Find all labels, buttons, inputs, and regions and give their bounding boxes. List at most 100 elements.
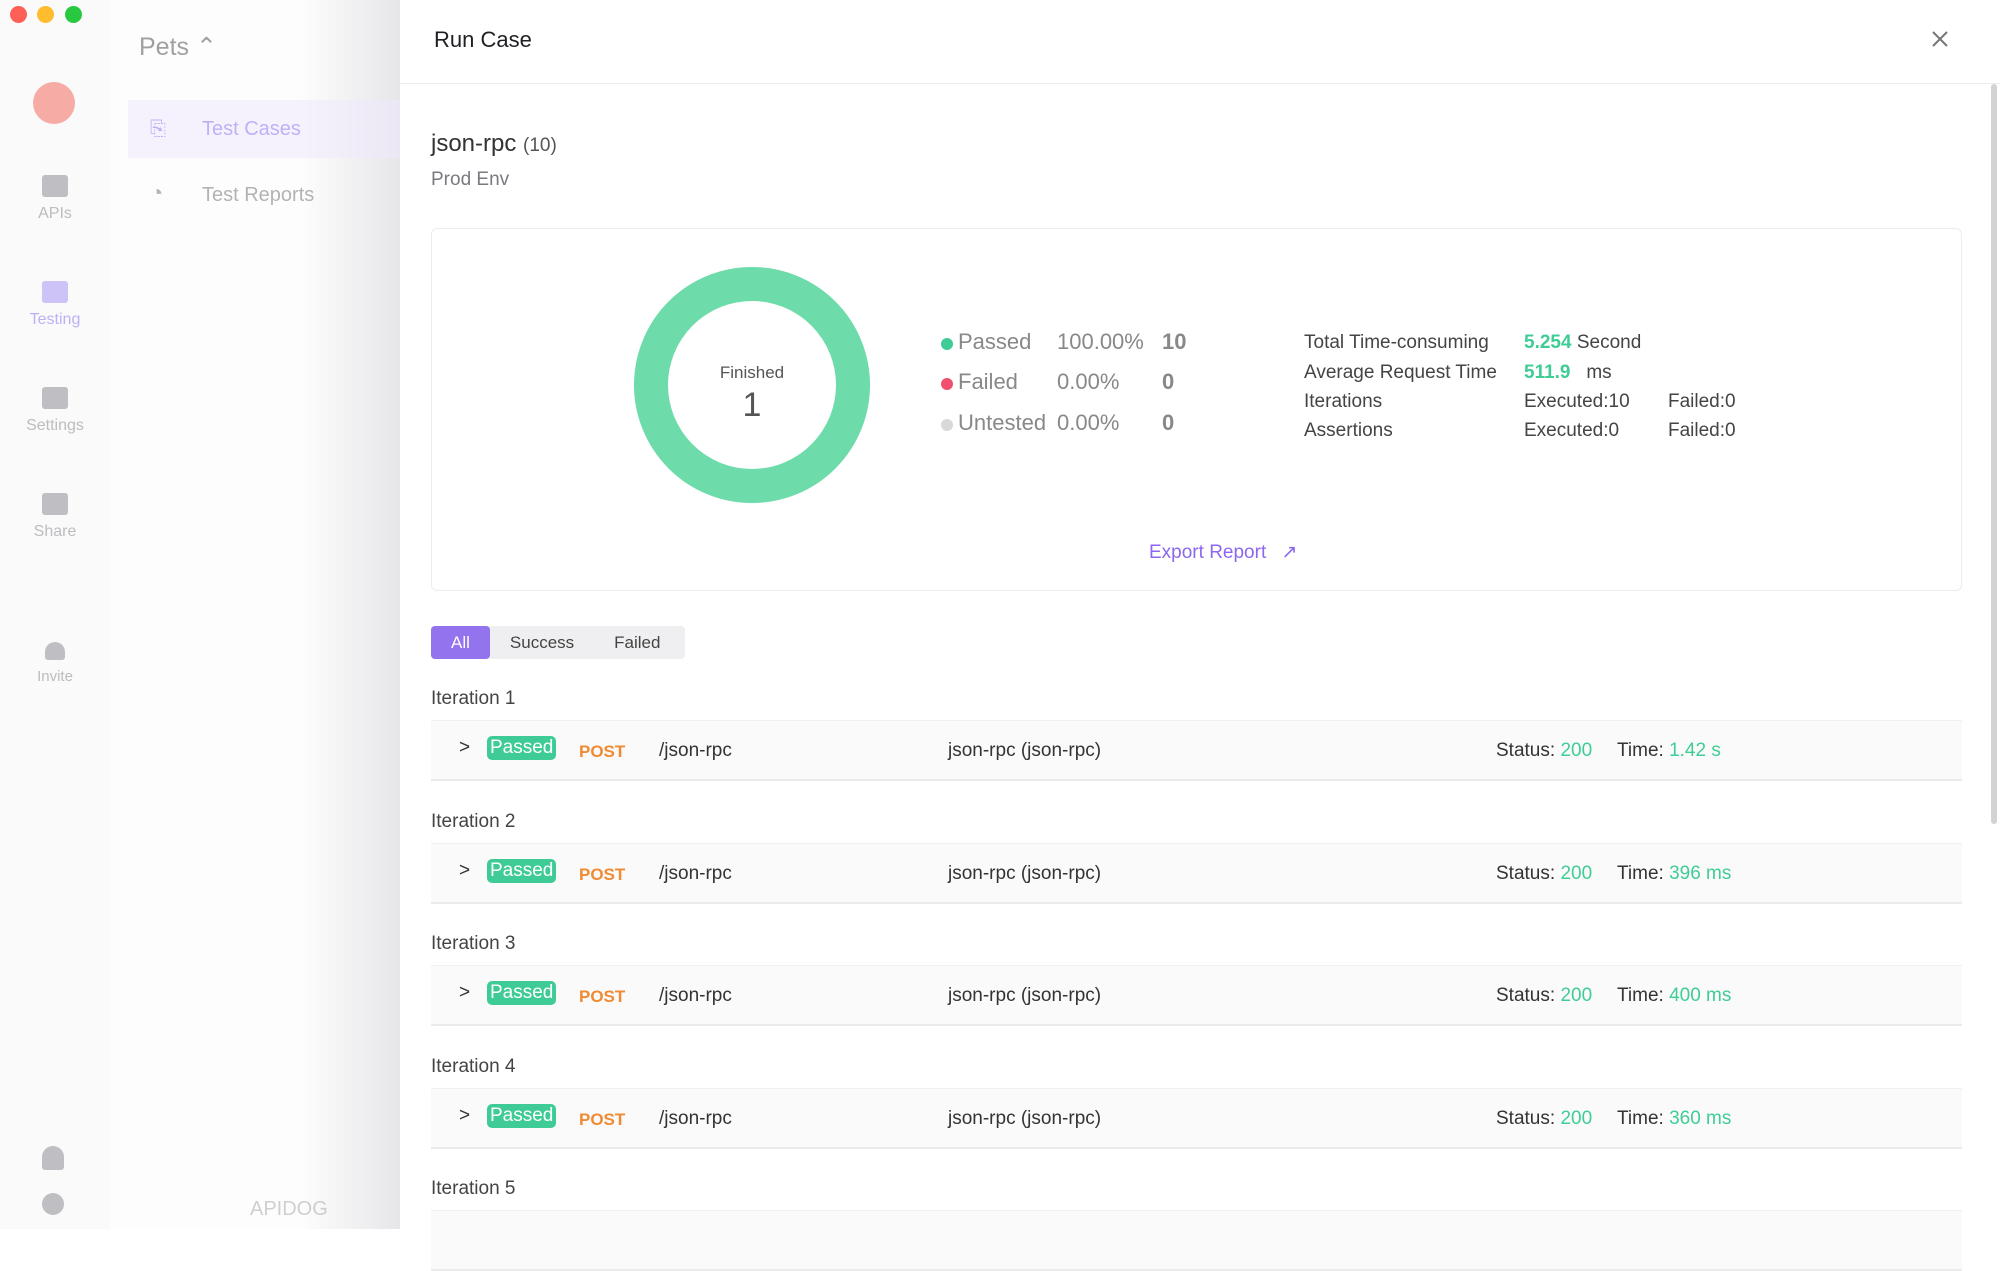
response-time: Time: 360 ms [1617, 1108, 1731, 1130]
request-name: json-rpc (json-rpc) [948, 985, 1102, 1006]
time-value: 396 ms [1669, 862, 1732, 884]
stat-label: Average Request Time [1304, 362, 1497, 383]
case-name: json-rpc [431, 130, 517, 157]
chevron-right-icon[interactable]: > [459, 860, 470, 882]
iteration-row[interactable] [431, 1210, 1962, 1271]
rail-item-share[interactable]: Share [0, 493, 110, 541]
legend-label: Failed [958, 369, 1018, 394]
time-label: Time: [1617, 985, 1664, 1006]
status-badge: Passed [487, 1103, 557, 1128]
stat-label: Assertions [1304, 420, 1393, 441]
donut-label: Finished [720, 363, 784, 382]
project-switcher[interactable]: Pets ⌃ [139, 32, 217, 62]
failed-dot-icon [941, 378, 953, 390]
nav-label: Test Reports [202, 184, 315, 206]
legend-pct: 100.00% [1057, 329, 1144, 354]
time-value: 400 ms [1669, 985, 1732, 1006]
status-code: 200 [1560, 985, 1593, 1006]
external-link-icon: ↗ [1281, 542, 1298, 563]
window-close-button[interactable] [10, 6, 27, 23]
passed-dot-icon [941, 338, 953, 350]
bell-icon[interactable] [42, 1146, 64, 1170]
status-badge: Passed [487, 858, 557, 883]
close-icon[interactable] [1927, 26, 1953, 52]
status-code: 200 [1560, 740, 1593, 761]
iteration-label: Iteration 2 [431, 810, 516, 832]
share-icon [42, 493, 68, 515]
case-count: (10) [523, 135, 557, 156]
iteration-label: Iteration 1 [431, 688, 516, 709]
stat-unit: ms [1586, 362, 1612, 383]
result-filter-tabs: All Success Failed [431, 626, 685, 659]
response-time: Time: 1.42 s [1617, 740, 1721, 762]
iteration-row[interactable]: > Passed POST /json-rpc json-rpc (json-r… [431, 842, 1962, 904]
iteration-row[interactable]: > Passed POST /json-rpc json-rpc (json-r… [431, 1087, 1962, 1149]
export-report-link[interactable]: Export Report ↗ [1149, 541, 1297, 564]
assertions-failed: Failed:0 [1668, 420, 1736, 441]
request-path: /json-rpc [659, 1107, 732, 1129]
status-label: Status: [1496, 862, 1556, 884]
response-status: Status: 200 [1496, 1108, 1592, 1130]
rail-item-apis[interactable]: APIs [0, 175, 110, 223]
app-logo [33, 82, 75, 124]
chevron-right-icon[interactable]: > [459, 982, 470, 1004]
response-status: Status: 200 [1496, 740, 1592, 762]
tab-failed[interactable]: Failed [594, 626, 680, 659]
iterations-failed: Failed:0 [1668, 391, 1736, 412]
legend-label: Untested [958, 410, 1047, 435]
response-status: Status: 200 [1496, 863, 1592, 885]
rail-label: Invite [37, 668, 73, 685]
scrollbar[interactable] [1991, 84, 1997, 824]
status-code: 200 [1560, 862, 1593, 884]
pie-chart-icon: ◔ [150, 180, 164, 205]
stat-label: Iterations [1304, 391, 1383, 412]
time-label: Time: [1617, 1107, 1664, 1129]
iteration-row[interactable]: > Passed POST /json-rpc json-rpc (json-r… [431, 965, 1962, 1026]
legend-count: 0 [1162, 410, 1175, 435]
status-badge: Passed [487, 981, 557, 1005]
assertions-executed: Executed:0 [1524, 420, 1620, 441]
iteration-label: Iteration 5 [431, 1178, 516, 1199]
stat-unit: Second [1576, 332, 1642, 353]
testing-icon [42, 281, 68, 303]
tab-all[interactable]: All [431, 626, 490, 659]
iteration-row[interactable]: > Passed POST /json-rpc json-rpc (json-r… [431, 720, 1962, 781]
stat-label: Total Time-consuming [1304, 332, 1489, 353]
time-label: Time: [1617, 862, 1664, 884]
rail-label: Testing [29, 311, 81, 328]
response-time: Time: 400 ms [1617, 985, 1731, 1007]
api-icon [42, 175, 68, 197]
chevron-right-icon[interactable]: > [459, 1105, 470, 1127]
summary-card: Finished 1 Passed 100.00% 10 Failed 0.00… [431, 228, 1962, 591]
result-donut-chart: Finished 1 [634, 267, 870, 503]
export-label: Export Report [1149, 542, 1267, 563]
total-time-value: 5.254 [1524, 332, 1572, 353]
nav-item-test-cases[interactable]: ⎘ Test Cases [128, 100, 400, 158]
rail-item-testing[interactable]: Testing [0, 281, 110, 329]
window-maximize-button[interactable] [65, 6, 82, 23]
http-method: POST [579, 864, 626, 884]
request-path: /json-rpc [659, 740, 732, 761]
rail-item-invite[interactable]: Invite [0, 642, 110, 685]
status-label: Status: [1496, 985, 1556, 1006]
window-minimize-button[interactable] [37, 6, 54, 23]
status-code: 200 [1560, 1107, 1593, 1129]
request-name: json-rpc (json-rpc) [948, 862, 1102, 884]
chevron-right-icon[interactable]: > [459, 737, 470, 759]
tab-success[interactable]: Success [490, 626, 594, 659]
settings-icon [42, 387, 68, 409]
response-status: Status: 200 [1496, 985, 1592, 1007]
rail-item-settings[interactable]: Settings [0, 387, 110, 435]
environment-label: Prod Env [431, 169, 510, 190]
avg-time-value: 511.9 [1524, 362, 1571, 383]
time-label: Time: [1617, 740, 1664, 761]
time-value: 360 ms [1669, 1107, 1732, 1129]
untested-dot-icon [941, 419, 953, 431]
run-case-drawer: Run Case json-rpc (10) Prod Env Finished… [400, 0, 2000, 1271]
gear-icon[interactable] [42, 1193, 64, 1215]
nav-label: Test Cases [202, 118, 301, 140]
legend-label: Passed [958, 329, 1032, 354]
case-title: json-rpc (10) [431, 130, 557, 158]
iteration-label: Iteration 4 [431, 1055, 516, 1077]
nav-item-test-reports[interactable]: ◔ Test Reports [128, 178, 400, 214]
